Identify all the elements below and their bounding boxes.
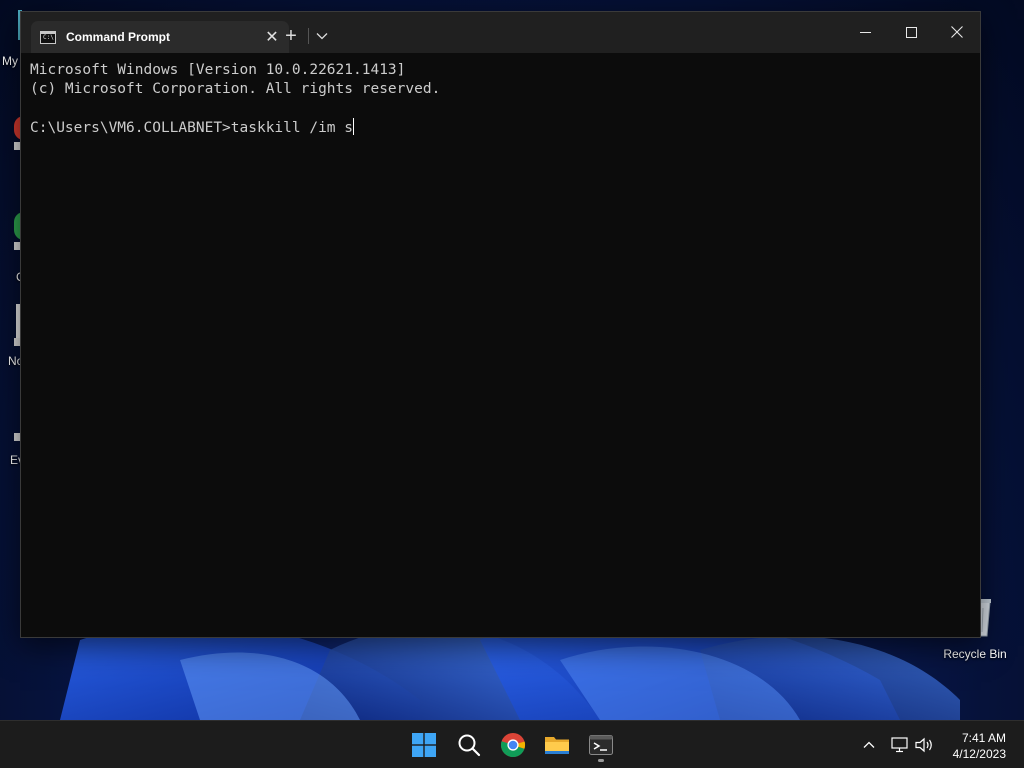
terminal-icon bbox=[589, 735, 613, 755]
taskbar-clock[interactable]: 7:41 AM 4/12/2023 bbox=[936, 730, 1006, 762]
search-button[interactable] bbox=[451, 727, 487, 763]
folder-icon bbox=[545, 737, 569, 754]
desktop-icon-partial[interactable]: Ev bbox=[0, 425, 24, 467]
desktop-icon-partial[interactable]: My bbox=[0, 10, 22, 70]
divider bbox=[308, 28, 309, 44]
desktop-icon-label: My bbox=[2, 54, 18, 68]
desktop-icon-partial[interactable] bbox=[0, 110, 24, 155]
console-command-text: C:\Users\VM6.COLLABNET>taskkill /im s bbox=[30, 120, 354, 136]
chrome-icon bbox=[500, 733, 526, 757]
close-window-button[interactable] bbox=[934, 12, 980, 52]
command-prompt-window[interactable]: C:\ Command Prompt ✕ + Microsoft Windows… bbox=[20, 11, 981, 638]
cmd-icon: C:\ bbox=[40, 30, 56, 44]
close-icon bbox=[951, 26, 963, 38]
recycle-bin-label: Recycle Bin bbox=[943, 647, 1007, 661]
clock-date: 4/12/2023 bbox=[952, 747, 1006, 761]
start-button[interactable] bbox=[406, 727, 442, 763]
new-tab-button[interactable]: + bbox=[277, 21, 305, 51]
maximize-icon bbox=[905, 26, 917, 38]
minimize-button[interactable] bbox=[842, 12, 888, 52]
tab-command-prompt[interactable]: C:\ Command Prompt ✕ bbox=[31, 21, 289, 53]
minimize-icon bbox=[859, 31, 871, 33]
taskbar: 7:41 AM 4/12/2023 bbox=[0, 720, 1024, 768]
desktop-icon-partial[interactable]: No bbox=[0, 302, 23, 368]
search-icon bbox=[458, 734, 481, 757]
console-line: Microsoft Windows [Version 10.0.22621.14… bbox=[30, 62, 406, 78]
console-prompt-line[interactable]: C:\Users\VM6.COLLABNET>taskkill /im s bbox=[30, 118, 970, 138]
network-status-button[interactable] bbox=[890, 721, 910, 768]
chrome-button[interactable] bbox=[495, 727, 531, 763]
network-icon bbox=[891, 737, 908, 753]
chevron-up-icon bbox=[863, 741, 875, 748]
show-hidden-icons-button[interactable] bbox=[858, 721, 880, 768]
volume-button[interactable] bbox=[914, 721, 936, 768]
terminal-button[interactable] bbox=[583, 727, 619, 763]
windows-logo-icon bbox=[412, 733, 436, 757]
file-explorer-button[interactable] bbox=[539, 727, 575, 763]
chevron-down-icon bbox=[316, 33, 328, 40]
desktop-icon-partial[interactable]: C bbox=[0, 208, 25, 284]
speaker-icon bbox=[915, 737, 932, 753]
text-cursor bbox=[353, 118, 355, 135]
maximize-button[interactable] bbox=[888, 12, 934, 52]
console-line: (c) Microsoft Corporation. All rights re… bbox=[30, 81, 441, 97]
plus-icon: + bbox=[285, 24, 297, 47]
console-output[interactable]: Microsoft Windows [Version 10.0.22621.14… bbox=[30, 61, 970, 627]
tab-title: Command Prompt bbox=[66, 30, 171, 44]
title-bar[interactable]: C:\ Command Prompt ✕ + bbox=[21, 12, 980, 53]
clock-time: 7:41 AM bbox=[961, 731, 1006, 745]
tab-dropdown-button[interactable] bbox=[311, 21, 333, 51]
